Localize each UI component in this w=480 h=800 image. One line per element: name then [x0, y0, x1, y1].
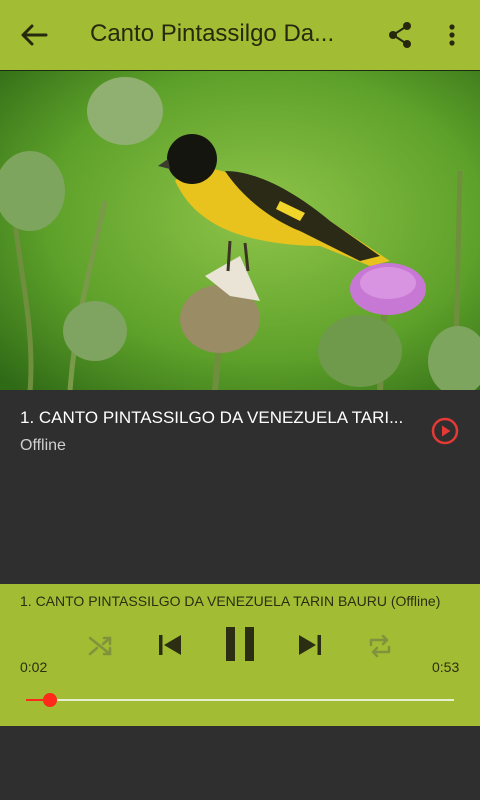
arrow-back-icon[interactable]	[18, 21, 50, 49]
current-time: 0:02	[20, 659, 48, 675]
skip-next-icon[interactable]	[296, 631, 324, 659]
total-time: 0:53	[432, 659, 460, 675]
seek-bar-thumb[interactable]	[43, 693, 57, 707]
app-bar: Canto Pintassilgo Da...	[0, 0, 480, 70]
track-status: Offline	[20, 437, 66, 454]
repeat-icon[interactable]	[366, 632, 394, 660]
pause-icon[interactable]	[222, 625, 258, 663]
cover-image	[0, 70, 480, 391]
bottom-area	[0, 726, 480, 800]
shuffle-icon[interactable]	[86, 632, 114, 660]
bird-photo	[0, 71, 480, 391]
page-title: Canto Pintassilgo Da...	[90, 20, 335, 47]
skip-previous-icon[interactable]	[156, 631, 184, 659]
more-vert-icon[interactable]	[440, 21, 464, 49]
share-icon[interactable]	[386, 21, 414, 49]
play-circle-icon[interactable]	[431, 417, 459, 445]
media-player: 1. CANTO PINTASSILGO DA VENEZUELA TARIN …	[0, 584, 480, 726]
track-list-item[interactable]: 1. CANTO PINTASSILGO DA VENEZUELA TARI..…	[0, 390, 480, 584]
track-title: 1. CANTO PINTASSILGO DA VENEZUELA TARI..…	[20, 408, 404, 427]
now-playing-text: 1. CANTO PINTASSILGO DA VENEZUELA TARIN …	[20, 593, 441, 609]
seek-bar[interactable]	[26, 699, 454, 701]
